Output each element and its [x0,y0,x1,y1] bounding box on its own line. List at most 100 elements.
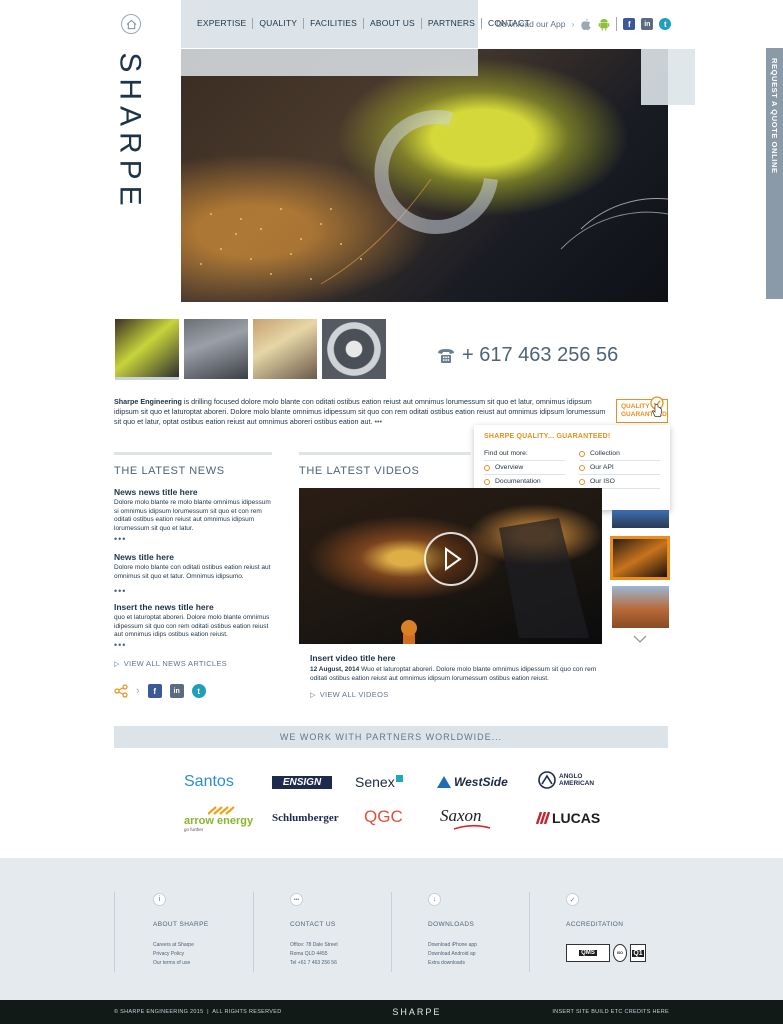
lucas-stripes-icon [536,812,550,824]
news-title-1[interactable]: News news title here [114,487,198,497]
news-body-2: Dolore molo blante con oditati ostibus e… [114,564,271,580]
partner-logo-westside[interactable]: WestSide [437,775,508,789]
nav-item-partners[interactable]: PARTNERS [422,18,483,29]
iso-badge: ISO [613,944,627,962]
quality-link-our-iso[interactable]: Our ISO [579,475,660,489]
partner-logo-qgc[interactable]: QGC [364,807,403,827]
footer-accreditation-heading: ACCREDITATION [566,921,624,928]
share-icon[interactable] [114,684,128,698]
android-icon[interactable] [598,18,610,31]
info-icon: i [153,893,166,906]
apple-icon[interactable] [580,18,592,31]
partner-logo-saxon[interactable]: Saxon [440,806,491,830]
partner-logo-schlumberger[interactable]: Schlumberger [272,812,339,824]
twitter-icon[interactable]: t [659,18,672,30]
facebook-icon[interactable]: f [147,684,162,698]
request-quote-tab[interactable]: REQUEST A QUOTE ONLINE [766,48,783,299]
accreditation-badges: QMS ISO Q1 [566,944,646,962]
phone-number[interactable]: + 617 463 256 56 [436,344,618,367]
footer-downloads-links: Download iPhone app Download Android ap … [428,941,477,968]
footer-link-iphone[interactable]: Download iPhone app [428,941,477,950]
partner-logo-lucas[interactable]: LUCAS [536,810,600,826]
footer-divider [253,892,254,972]
bullet-ring-icon [579,464,585,471]
bullet-ring-icon [579,450,585,457]
hero-nav-overlay [181,49,478,76]
footer-address-line-2: Roma QLD 4455 [290,951,328,957]
saxon-wordmark: Saxon [440,806,482,825]
quality-link-our-api[interactable]: Our API [579,461,660,475]
view-all-videos-link[interactable]: ▷ VIEW ALL VIDEOS [310,690,389,699]
video-thumb-2-active[interactable] [610,536,670,580]
senex-wordmark: Senex [355,774,395,790]
footer-contact-heading: CONTACT US [290,921,336,928]
site-credits[interactable]: INSERT SITE BUILD ETC CREDITS HERE [552,1009,669,1015]
quality-link-collection[interactable]: Collection [579,447,660,461]
gallery-active-indicator [115,377,179,380]
partners-heading-bar: WE WORK WITH PARTNERS WORLDWIDE... [114,726,668,748]
logo[interactable]: SHARPE [100,52,160,212]
partner-logo-senex[interactable]: Senex [355,774,403,790]
download-app-link[interactable]: Download our App [496,19,565,29]
footer-contact-info: Office: 78 Dale Street Roma QLD 4455 Tel… [290,941,338,968]
footer-phone[interactable]: Tel +61 7 463 256 56 [290,959,338,968]
linkedin-icon[interactable]: in [641,18,654,30]
chevron-right-icon: › [571,19,575,29]
gallery-thumb-3[interactable] [253,319,317,379]
news-more-3[interactable]: ••• [114,640,126,650]
play-button[interactable] [424,532,478,586]
bullet-ring-icon [484,464,490,471]
chevron-down-icon[interactable] [632,634,648,644]
link-label: Overview [495,464,524,471]
hero-image [181,49,668,302]
intro-more-button[interactable]: ••• [375,417,383,426]
download-icon: ↓ [428,893,441,906]
view-all-news-link[interactable]: ▷ VIEW ALL NEWS ARTICLES [114,659,227,668]
footer-logo[interactable]: SHARPE [392,1007,441,1017]
chevron-right-icon: › [136,685,140,697]
news-more-1[interactable]: ••• [114,534,126,544]
footer-address-line-1: Office: 78 Dale Street [290,942,338,948]
twitter-icon[interactable]: t [191,684,206,698]
news-title-2[interactable]: News title here [114,552,174,562]
footer-link-privacy[interactable]: Privacy Policy [153,950,194,959]
quality-find-label: Find out more: [484,447,565,461]
nav-item-about-us[interactable]: ABOUT US [364,18,422,29]
footer-link-terms[interactable]: Our terms of use [153,959,194,968]
anglo-wordmark: ANGLO AMERICAN [559,773,595,787]
gallery-thumb-2[interactable] [184,319,248,379]
request-quote-label: REQUEST A QUOTE ONLINE [770,58,779,174]
nav-item-quality[interactable]: QUALITY [253,18,305,29]
video-thumb-1[interactable] [612,510,669,528]
facebook-icon[interactable]: f [623,18,636,30]
intro-text: Sharpe Engineering is drilling focused d… [114,397,606,427]
quality-link-documentation[interactable]: Documentation [484,475,565,489]
news-more-2[interactable]: ••• [114,586,126,596]
gallery-thumb-4[interactable] [322,319,386,379]
linkedin-icon[interactable]: in [169,684,184,698]
nav-item-expertise[interactable]: EXPERTISE [191,18,254,29]
footer-divider [529,892,530,972]
news-title-3[interactable]: Insert the news title here [114,602,214,612]
quality-link-overview[interactable]: Overview [484,461,565,475]
qms-badge: QMS [566,944,610,962]
video-thumb-3[interactable] [612,586,669,628]
home-button[interactable] [121,14,141,34]
footer-link-android[interactable]: Download Android ap [428,950,477,959]
gallery-thumb-1[interactable] [115,319,179,379]
bullet-ring-icon [579,478,585,485]
footer-link-careers[interactable]: Careers at Sharpe [153,941,194,950]
partner-logo-santos[interactable]: Santos [184,773,234,791]
footer-link-extra[interactable]: Extra downloads [428,959,477,968]
partner-logo-anglo[interactable]: ANGLO AMERICAN [538,771,597,789]
footer-about-heading: ABOUT SHARPE [153,921,209,928]
partner-logo-ensign[interactable]: ENSIGN [272,776,332,789]
play-icon [445,547,462,571]
videos-section-title: THE LATEST VIDEOS [299,465,420,477]
nav-item-facilities[interactable]: FACILITIES [304,18,365,29]
hero-graphic [200,110,668,285]
quality-links: Find out more: Collection Overview Our A… [484,447,660,489]
video-title[interactable]: Insert video title here [310,653,396,663]
news-section-title: THE LATEST NEWS [114,465,225,477]
link-label: Collection [590,450,620,457]
